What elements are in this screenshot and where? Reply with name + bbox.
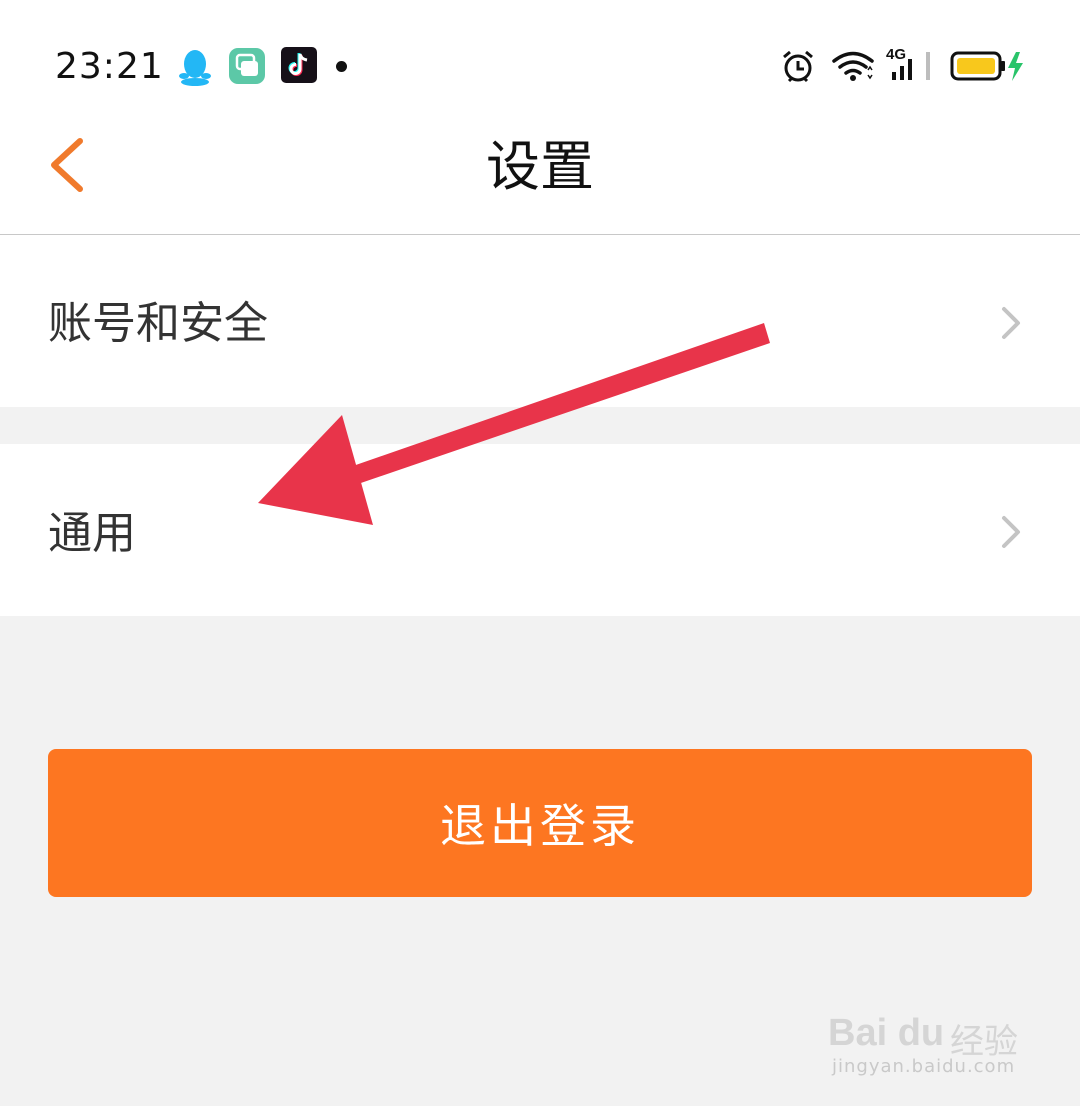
logout-button[interactable]: 退出登录 — [48, 749, 1032, 897]
battery-charging-icon — [950, 51, 1023, 81]
cloud-app-icon — [229, 48, 265, 84]
wifi-icon — [832, 51, 874, 81]
alarm-icon — [783, 50, 813, 83]
top-bar — [0, 0, 1080, 234]
watermark-logo: Bai du — [828, 1012, 945, 1054]
chevron-right-icon — [1002, 307, 1020, 339]
page-title: 设置 — [486, 135, 594, 198]
qq-icon — [179, 50, 211, 86]
chevron-right-icon — [1002, 516, 1020, 548]
watermark-url: jingyan.baidu.com — [832, 1056, 1016, 1077]
settings-row-label: 账号和安全 — [48, 298, 268, 349]
settings-row-label: 通用 — [48, 508, 136, 559]
tiktok-icon — [281, 47, 317, 83]
signal-icon: 4G — [886, 46, 934, 82]
status-time: 23:21 — [55, 46, 164, 87]
notification-dot — [336, 61, 347, 72]
annotation-arrow — [258, 323, 770, 525]
